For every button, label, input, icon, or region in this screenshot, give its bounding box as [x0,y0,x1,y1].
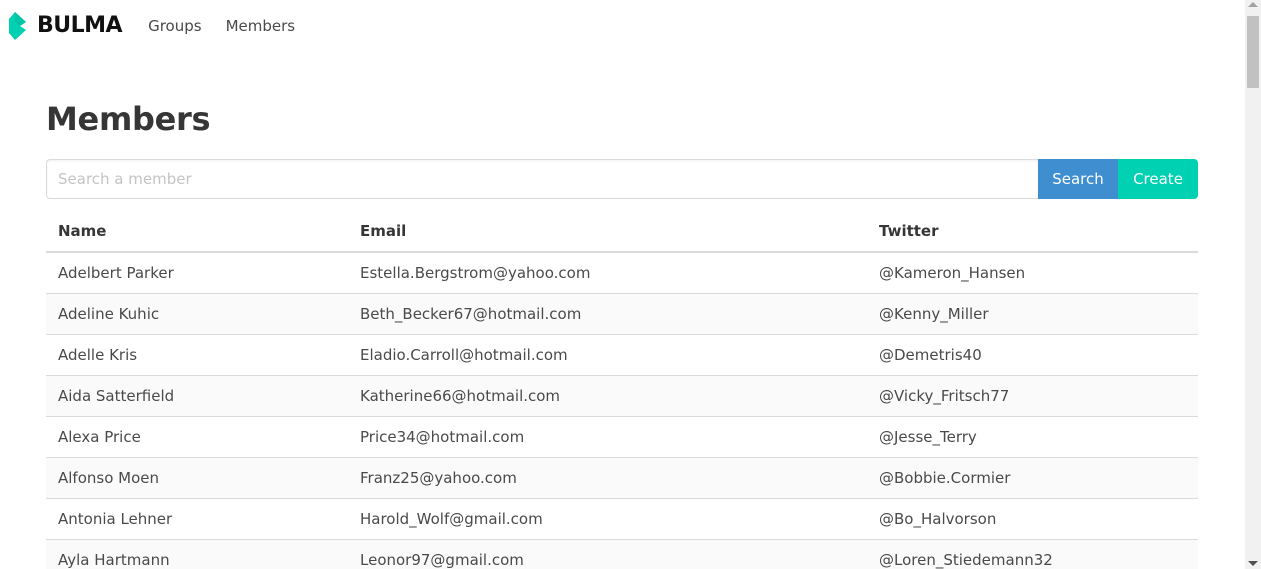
create-button[interactable]: Create [1118,159,1198,199]
column-header-name[interactable]: Name [46,211,348,253]
table-row[interactable]: Antonia Lehner Harold_Wolf@gmail.com @Bo… [46,498,1198,540]
table-row[interactable]: Adelbert Parker Estella.Bergstrom@yahoo.… [46,252,1198,294]
brand-logo[interactable]: BULMA [9,0,123,52]
members-table: Name Email Twitter Adelbert Parker Estel… [46,211,1198,569]
scrollbar-thumb[interactable] [1247,16,1259,88]
member-name: Adelbert Parker [46,252,348,294]
member-name: Adeline Kuhic [46,293,348,335]
member-email: Harold_Wolf@gmail.com [348,498,867,540]
page-title: Members [46,100,211,138]
table-row[interactable]: Aida Satterfield Katherine66@hotmail.com… [46,375,1198,417]
nav-item-groups[interactable]: Groups [148,0,201,52]
scroll-down-arrow-icon[interactable] [1248,561,1258,566]
member-twitter: @Bobbie.Cormier [867,457,1198,499]
member-email: Franz25@yahoo.com [348,457,867,499]
table-header-row: Name Email Twitter [46,211,1198,253]
member-name: Adelle Kris [46,334,348,376]
member-email: Eladio.Carroll@hotmail.com [348,334,867,376]
member-twitter: @Jesse_Terry [867,416,1198,458]
member-twitter: @Vicky_Fritsch77 [867,375,1198,417]
vertical-scrollbar[interactable] [1245,0,1261,569]
top-navbar: BULMA Groups Members [0,0,1245,52]
member-twitter: @Loren_Stiedemann32 [867,539,1198,569]
member-twitter: @Kameron_Hansen [867,252,1198,294]
member-email: Estella.Bergstrom@yahoo.com [348,252,867,294]
search-input[interactable] [46,159,1038,199]
member-email: Beth_Becker67@hotmail.com [348,293,867,335]
table-row[interactable]: Alfonso Moen Franz25@yahoo.com @Bobbie.C… [46,457,1198,499]
member-name: Antonia Lehner [46,498,348,540]
column-header-email[interactable]: Email [348,211,867,253]
search-bar: Search Create [46,159,1198,199]
table-row[interactable]: Alexa Price Price34@hotmail.com @Jesse_T… [46,416,1198,458]
table-row[interactable]: Ayla Hartmann Leonor97@gmail.com @Loren_… [46,539,1198,569]
table-row[interactable]: Adeline Kuhic Beth_Becker67@hotmail.com … [46,293,1198,335]
scroll-up-arrow-icon[interactable] [1248,2,1258,7]
member-name: Aida Satterfield [46,375,348,417]
table-row[interactable]: Adelle Kris Eladio.Carroll@hotmail.com @… [46,334,1198,376]
member-email: Katherine66@hotmail.com [348,375,867,417]
bulma-logo-icon [9,12,26,40]
column-header-twitter[interactable]: Twitter [867,211,1198,253]
nav-item-members[interactable]: Members [226,0,296,52]
search-button[interactable]: Search [1038,159,1118,199]
member-twitter: @Bo_Halvorson [867,498,1198,540]
member-email: Price34@hotmail.com [348,416,867,458]
member-name: Alfonso Moen [46,457,348,499]
member-name: Alexa Price [46,416,348,458]
member-twitter: @Kenny_Miller [867,293,1198,335]
member-email: Leonor97@gmail.com [348,539,867,569]
member-twitter: @Demetris40 [867,334,1198,376]
brand-name: BULMA [37,13,123,38]
member-name: Ayla Hartmann [46,539,348,569]
